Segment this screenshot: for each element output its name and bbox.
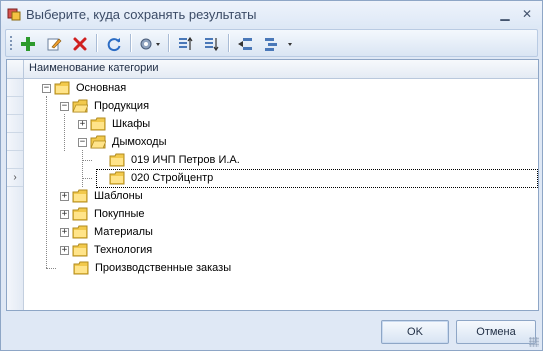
expand-icon[interactable]: + (60, 191, 69, 201)
resize-grip[interactable] (529, 337, 539, 347)
tree-row[interactable]: Производственные заказы (24, 259, 538, 277)
tree-row[interactable]: − Продукция (24, 97, 538, 115)
tree-row[interactable]: + Шаблоны (24, 187, 538, 205)
tree-node-label: Дымоходы (112, 136, 167, 148)
add-icon (21, 36, 35, 51)
tree-row[interactable]: + Покупные (24, 205, 538, 223)
collapse-icon[interactable]: − (60, 101, 69, 111)
expand-icon[interactable]: + (60, 209, 69, 219)
move-left-button[interactable] (235, 34, 255, 53)
folder-icon (72, 189, 88, 203)
tree-row[interactable]: + Шкафы (24, 115, 538, 133)
move-dropdown-button[interactable] (262, 34, 296, 53)
toolbar-separator (130, 34, 132, 52)
tree-row[interactable]: − Дымоходы (24, 133, 538, 151)
row-indicator[interactable] (7, 133, 23, 151)
toolbar-separator (228, 34, 230, 52)
header-corner (7, 60, 24, 78)
row-indicator-current[interactable]: › (7, 169, 23, 187)
folder-icon (109, 153, 125, 167)
folder-icon (73, 261, 89, 275)
folder-icon (90, 117, 106, 131)
collapse-icon[interactable]: − (78, 137, 87, 147)
folder-open-icon (72, 99, 88, 113)
tree-node-label: 020 Стройцентр (131, 172, 214, 184)
minimize-icon: ▁ (500, 7, 510, 21)
folder-icon (72, 243, 88, 257)
tree-node-label: Шкафы (112, 118, 151, 130)
toolbar-separator (168, 34, 170, 52)
tree-node-label: 019 ИЧП Петров И.А. (131, 154, 240, 166)
toolbar-separator (96, 34, 98, 52)
expand-icon[interactable]: + (60, 245, 69, 255)
close-icon: ✕ (521, 7, 533, 21)
toolbar-grip[interactable] (10, 36, 12, 51)
folder-icon (109, 171, 125, 185)
sort-ascending-icon (179, 36, 193, 50)
delete-button[interactable] (70, 34, 90, 53)
folder-icon (72, 225, 88, 239)
move-dropdown-icon (265, 37, 292, 51)
refresh-icon (107, 37, 121, 51)
row-indicator[interactable] (7, 97, 23, 115)
dialog-window: Выберите, куда сохранять результаты ▁ ✕ (0, 0, 543, 351)
edit-button[interactable] (44, 34, 64, 53)
add-button[interactable] (18, 34, 38, 53)
current-row-arrow-icon: › (13, 172, 17, 183)
sort-descending-button[interactable] (202, 34, 222, 53)
folder-open-icon (90, 135, 106, 149)
refresh-button[interactable] (104, 34, 124, 53)
row-indicator[interactable] (7, 79, 23, 97)
tree-row-selected[interactable]: 020 Стройцентр (24, 169, 538, 188)
tree-row[interactable]: + Технология (24, 241, 538, 259)
tree-node-label: Покупные (94, 208, 145, 220)
ok-button[interactable]: OK (381, 320, 449, 344)
folder-icon (72, 207, 88, 221)
collapse-icon[interactable]: − (42, 83, 51, 93)
settings-dropdown-icon (140, 38, 160, 49)
grid-header: Наименование категории (7, 60, 538, 79)
app-icon (7, 8, 21, 21)
title-bar[interactable]: Выберите, куда сохранять результаты ▁ ✕ (1, 1, 542, 28)
tree-row[interactable]: + Материалы (24, 223, 538, 241)
cancel-button[interactable]: Отмена (456, 320, 536, 344)
sort-descending-icon (205, 37, 219, 51)
category-tree-grid[interactable]: Наименование категории › − Основная − Пр… (6, 59, 539, 311)
tree-row[interactable]: − Основная (24, 79, 538, 97)
move-left-icon (238, 37, 252, 50)
toolbar (5, 29, 538, 57)
row-indicator-column: › (7, 79, 24, 310)
tree-node-label: Материалы (94, 226, 153, 238)
folder-icon (54, 81, 70, 95)
minimize-button[interactable]: ▁ (496, 5, 514, 23)
delete-icon (73, 37, 87, 50)
settings-dropdown-button[interactable] (137, 34, 163, 53)
tree-node-label: Продукция (94, 100, 150, 112)
column-header-category-name[interactable]: Наименование категории (29, 62, 159, 74)
window-title: Выберите, куда сохранять результаты (26, 7, 257, 22)
close-button[interactable]: ✕ (518, 5, 536, 23)
row-indicator[interactable] (7, 115, 23, 133)
edit-icon (47, 38, 62, 50)
row-indicator[interactable] (7, 151, 23, 169)
sort-ascending-button[interactable] (176, 34, 196, 53)
expand-icon[interactable]: + (60, 227, 69, 237)
tree-node-label: Шаблоны (94, 190, 143, 202)
expand-icon[interactable]: + (78, 119, 87, 129)
tree-node-label: Основная (76, 82, 127, 94)
tree-node-label: Производственные заказы (95, 262, 232, 274)
tree-row[interactable]: 019 ИЧП Петров И.А. (24, 151, 538, 169)
tree-node-label: Технология (94, 244, 153, 256)
